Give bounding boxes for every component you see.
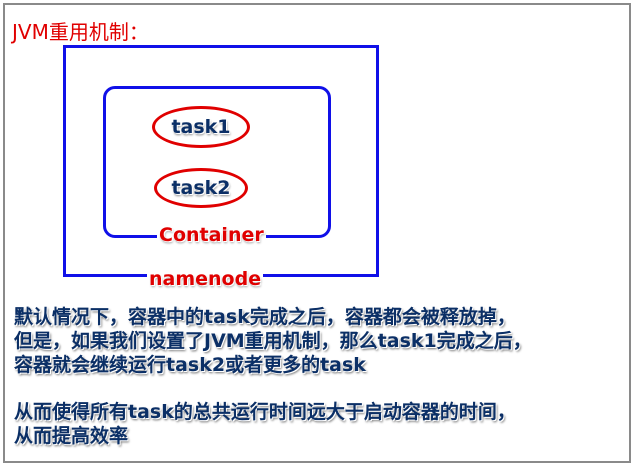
task1-oval: task1 (152, 106, 250, 148)
task2-label: task2 (171, 177, 231, 199)
description-paragraph-2: 从而使得所有task的总共运行时间远大于启动容器的时间， 从而提高效率 (14, 400, 516, 448)
namenode-label: namenode (147, 268, 264, 290)
slide-title: JVM重用机制： (12, 20, 149, 44)
description-paragraph-1: 默认情况下，容器中的task完成之后，容器都会被释放掉， 但是，如果我们设置了J… (14, 305, 532, 377)
container-label: Container (157, 224, 266, 246)
paragraph-line: 容器就会继续运行task2或者更多的task (14, 354, 366, 376)
paragraph-line: 从而提高效率 (14, 425, 129, 447)
paragraph-line: 默认情况下，容器中的task完成之后，容器都会被释放掉， (14, 306, 516, 328)
paragraph-line: 但是，如果我们设置了JVM重用机制，那么task1完成之后， (14, 330, 532, 352)
task1-label: task1 (171, 116, 231, 138)
task2-oval: task2 (154, 168, 248, 208)
paragraph-line: 从而使得所有task的总共运行时间远大于启动容器的时间， (14, 401, 516, 423)
